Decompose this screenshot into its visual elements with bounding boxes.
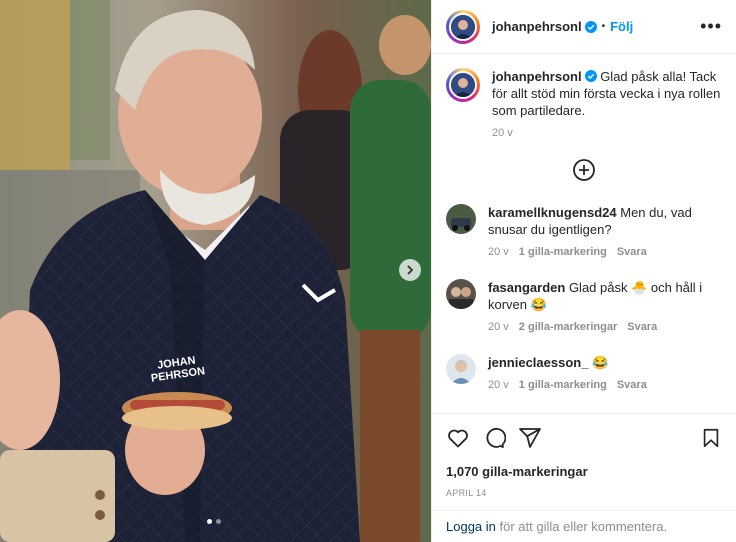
comment-item: jennieclaesson_ 😂 20 v 1 gilla-markering… xyxy=(446,354,722,394)
share-send-icon[interactable] xyxy=(518,426,542,450)
comment-time[interactable]: 20 v xyxy=(488,377,509,394)
carousel-dot xyxy=(207,519,212,524)
comment-item: fasangarden Glad påsk 🐣 och håll i korve… xyxy=(446,279,722,336)
author-avatar xyxy=(449,12,477,41)
comment-time[interactable]: 20 v xyxy=(488,319,509,336)
avatar-image xyxy=(446,204,476,234)
header-separator: • xyxy=(601,21,606,32)
avatar-image xyxy=(446,354,476,384)
reply-button[interactable]: Svara xyxy=(627,319,657,336)
login-prompt: Logga in för att gilla eller kommentera. xyxy=(432,510,736,542)
comment-text: 😂 xyxy=(592,355,609,370)
avatar-image xyxy=(451,14,475,39)
avatar-image xyxy=(451,73,475,97)
verified-badge-icon xyxy=(584,20,597,33)
comment-username[interactable]: karamellknugensd24 xyxy=(488,205,617,220)
avatar-image xyxy=(446,279,476,309)
like-heart-icon[interactable] xyxy=(446,426,470,450)
caption-story-ring[interactable] xyxy=(446,68,480,102)
plus-circle-icon xyxy=(573,159,595,181)
caption: johanpehrsonl Glad påsk alla! Tack för a… xyxy=(446,68,722,142)
verified-badge-icon xyxy=(584,70,597,82)
caption-username[interactable]: johanpehrsonl xyxy=(492,69,582,84)
post-side-panel: johanpehrsonl • Följ ••• johanpehrsonl G… xyxy=(431,0,736,542)
carousel-dot xyxy=(216,519,221,524)
likes-count[interactable]: 1,070 gilla-markeringar xyxy=(446,464,722,479)
chevron-right-icon xyxy=(407,265,414,275)
follow-button[interactable]: Följ xyxy=(610,19,633,34)
comment-time[interactable]: 20 v xyxy=(488,244,509,261)
post-header: johanpehrsonl • Följ ••• xyxy=(432,0,736,54)
comment-username[interactable]: jennieclaesson_ xyxy=(488,355,588,370)
reply-button[interactable]: Svara xyxy=(617,377,647,394)
author-username[interactable]: johanpehrsonl xyxy=(492,19,582,34)
comment-bubble-icon[interactable] xyxy=(482,426,506,450)
comment-likes[interactable]: 2 gilla-markeringar xyxy=(519,319,617,336)
comment-likes[interactable]: 1 gilla-markering xyxy=(519,377,607,394)
comments-section: johanpehrsonl Glad påsk alla! Tack för a… xyxy=(432,54,736,413)
comment-username[interactable]: fasangarden xyxy=(488,280,565,295)
photo-illustration xyxy=(0,0,431,542)
carousel-next-button[interactable] xyxy=(399,259,421,281)
story-ring[interactable] xyxy=(446,9,480,44)
load-more-comments[interactable] xyxy=(446,158,722,182)
instagram-post: JOHAN PEHRSON johanpehrsonl • Följ ••• j… xyxy=(0,0,736,542)
carousel-indicator xyxy=(207,519,221,524)
commenter-avatar[interactable] xyxy=(446,354,476,384)
reply-button[interactable]: Svara xyxy=(617,244,647,261)
more-options-button[interactable]: ••• xyxy=(700,16,722,37)
bookmark-icon[interactable] xyxy=(700,427,722,449)
commenter-avatar[interactable] xyxy=(446,279,476,309)
caption-avatar xyxy=(449,71,477,99)
post-actions: 1,070 gilla-markeringar APRIL 14 xyxy=(432,413,736,498)
comment-likes[interactable]: 1 gilla-markering xyxy=(519,244,607,261)
caption-time[interactable]: 20 v xyxy=(492,125,513,142)
login-link[interactable]: Logga in xyxy=(446,519,496,534)
login-prompt-text: för att gilla eller kommentera. xyxy=(495,519,668,534)
post-photo[interactable]: JOHAN PEHRSON xyxy=(0,0,431,542)
comment-item: karamellknugensd24 Men du, vad snusar du… xyxy=(446,204,722,261)
post-date[interactable]: APRIL 14 xyxy=(446,488,722,498)
commenter-avatar[interactable] xyxy=(446,204,476,234)
